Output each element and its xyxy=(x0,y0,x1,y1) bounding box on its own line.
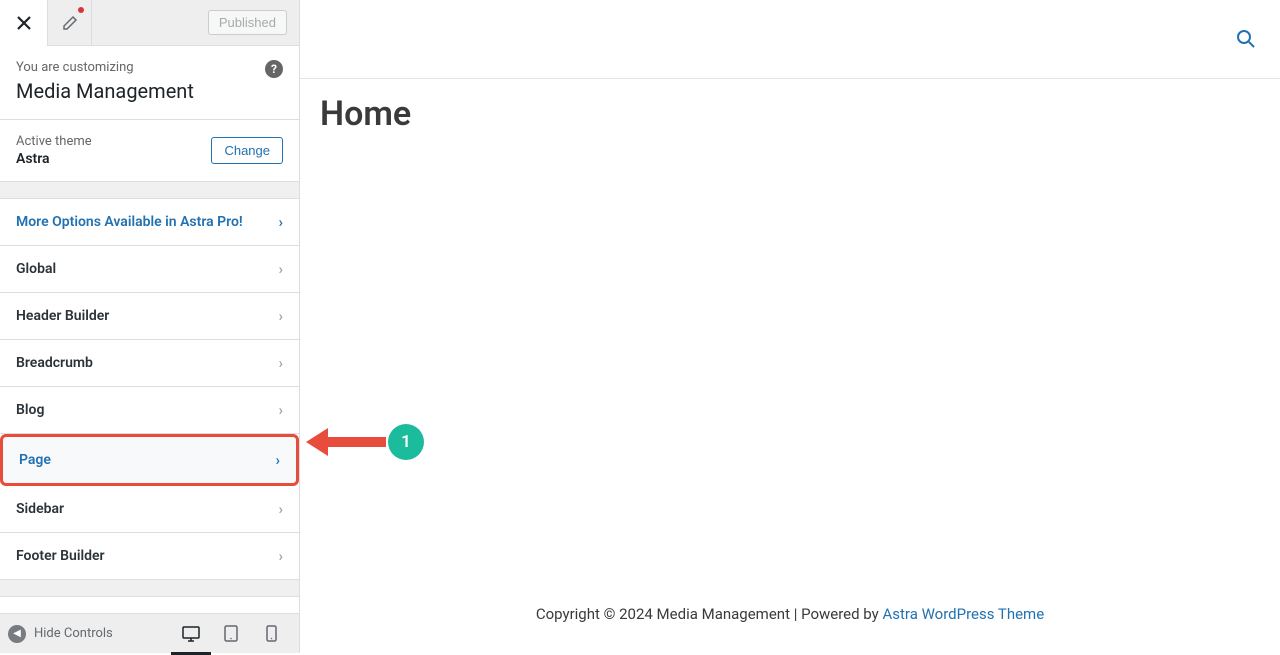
menu-item-label: Page xyxy=(19,452,51,468)
menu-item-label: More Options Available in Astra Pro! xyxy=(16,214,243,230)
chevron-right-icon: › xyxy=(278,260,283,278)
device-tablet-button[interactable] xyxy=(211,614,251,654)
footer-copyright: Copyright © 2024 Media Management | Powe… xyxy=(536,605,883,623)
active-theme-section: Active theme Astra Change xyxy=(0,120,299,182)
edit-button[interactable] xyxy=(48,0,92,46)
top-bar: Published xyxy=(0,0,299,46)
preview-body: Home xyxy=(300,79,1280,577)
change-theme-button[interactable]: Change xyxy=(211,137,283,164)
device-preview-toggles xyxy=(171,614,291,654)
menu-item-label: Blog xyxy=(16,402,44,418)
publish-button[interactable]: Published xyxy=(208,10,287,35)
tablet-icon xyxy=(224,625,238,642)
chevron-right-icon: › xyxy=(278,500,283,518)
active-theme-name: Astra xyxy=(16,151,92,167)
menu-item-header-builder[interactable]: Header Builder › xyxy=(0,293,299,340)
device-desktop-button[interactable] xyxy=(171,614,211,654)
menu-item-label: Footer Builder xyxy=(16,548,105,564)
menu-item-breadcrumb[interactable]: Breadcrumb › xyxy=(0,340,299,387)
close-icon xyxy=(16,15,32,31)
hide-controls-label: Hide Controls xyxy=(34,626,113,641)
mobile-icon xyxy=(266,625,277,642)
customizing-label: You are customizing xyxy=(16,60,283,75)
section-divider xyxy=(0,182,299,199)
collapse-icon: ◀ xyxy=(8,625,26,643)
help-icon[interactable]: ? xyxy=(265,60,283,78)
unsaved-indicator-icon xyxy=(78,7,84,13)
bottom-bar: ◀ Hide Controls xyxy=(0,613,299,653)
chevron-right-icon: › xyxy=(278,307,283,325)
chevron-right-icon: › xyxy=(278,401,283,419)
preview-footer: Copyright © 2024 Media Management | Powe… xyxy=(300,577,1280,653)
hide-controls-button[interactable]: ◀ Hide Controls xyxy=(8,625,113,643)
device-mobile-button[interactable] xyxy=(251,614,291,654)
menu-item-blog[interactable]: Blog › xyxy=(0,387,299,434)
chevron-right-icon: › xyxy=(275,451,280,469)
menu-item-footer-builder[interactable]: Footer Builder › xyxy=(0,533,299,580)
site-title: Media Management xyxy=(16,79,283,103)
menu-item-label: Global xyxy=(16,261,56,277)
menu-item-page[interactable]: Page › xyxy=(0,434,299,486)
menu-item-label: Sidebar xyxy=(16,501,64,517)
theme-link[interactable]: Astra WordPress Theme xyxy=(882,605,1044,623)
desktop-icon xyxy=(182,626,200,642)
chevron-right-icon: › xyxy=(278,547,283,565)
chevron-right-icon: › xyxy=(278,213,283,231)
customizing-header: You are customizing Media Management ? xyxy=(0,46,299,120)
menu-item-global[interactable]: Global › xyxy=(0,246,299,293)
menu-item-label: Header Builder xyxy=(16,308,109,324)
search-button[interactable] xyxy=(1236,29,1256,49)
pencil-icon xyxy=(62,15,78,31)
active-theme-label: Active theme xyxy=(16,134,92,149)
menu-item-label: Breadcrumb xyxy=(16,355,93,371)
search-icon xyxy=(1236,29,1256,49)
section-divider xyxy=(0,580,299,597)
preview-header xyxy=(300,0,1280,79)
close-button[interactable] xyxy=(0,0,48,46)
page-title: Home xyxy=(320,94,1260,134)
site-preview: Home Copyright © 2024 Media Management |… xyxy=(300,0,1280,653)
customizer-sidebar: Published You are customizing Media Mana… xyxy=(0,0,300,653)
chevron-right-icon: › xyxy=(278,354,283,372)
sidebar-menu-scroll: More Options Available in Astra Pro! › G… xyxy=(0,182,299,613)
active-theme-text: Active theme Astra xyxy=(16,134,92,167)
menu-item-site-identity[interactable]: Site Identity › xyxy=(0,597,299,613)
menu-item-sidebar[interactable]: Sidebar › xyxy=(0,486,299,533)
menu-item-astra-pro[interactable]: More Options Available in Astra Pro! › xyxy=(0,199,299,246)
